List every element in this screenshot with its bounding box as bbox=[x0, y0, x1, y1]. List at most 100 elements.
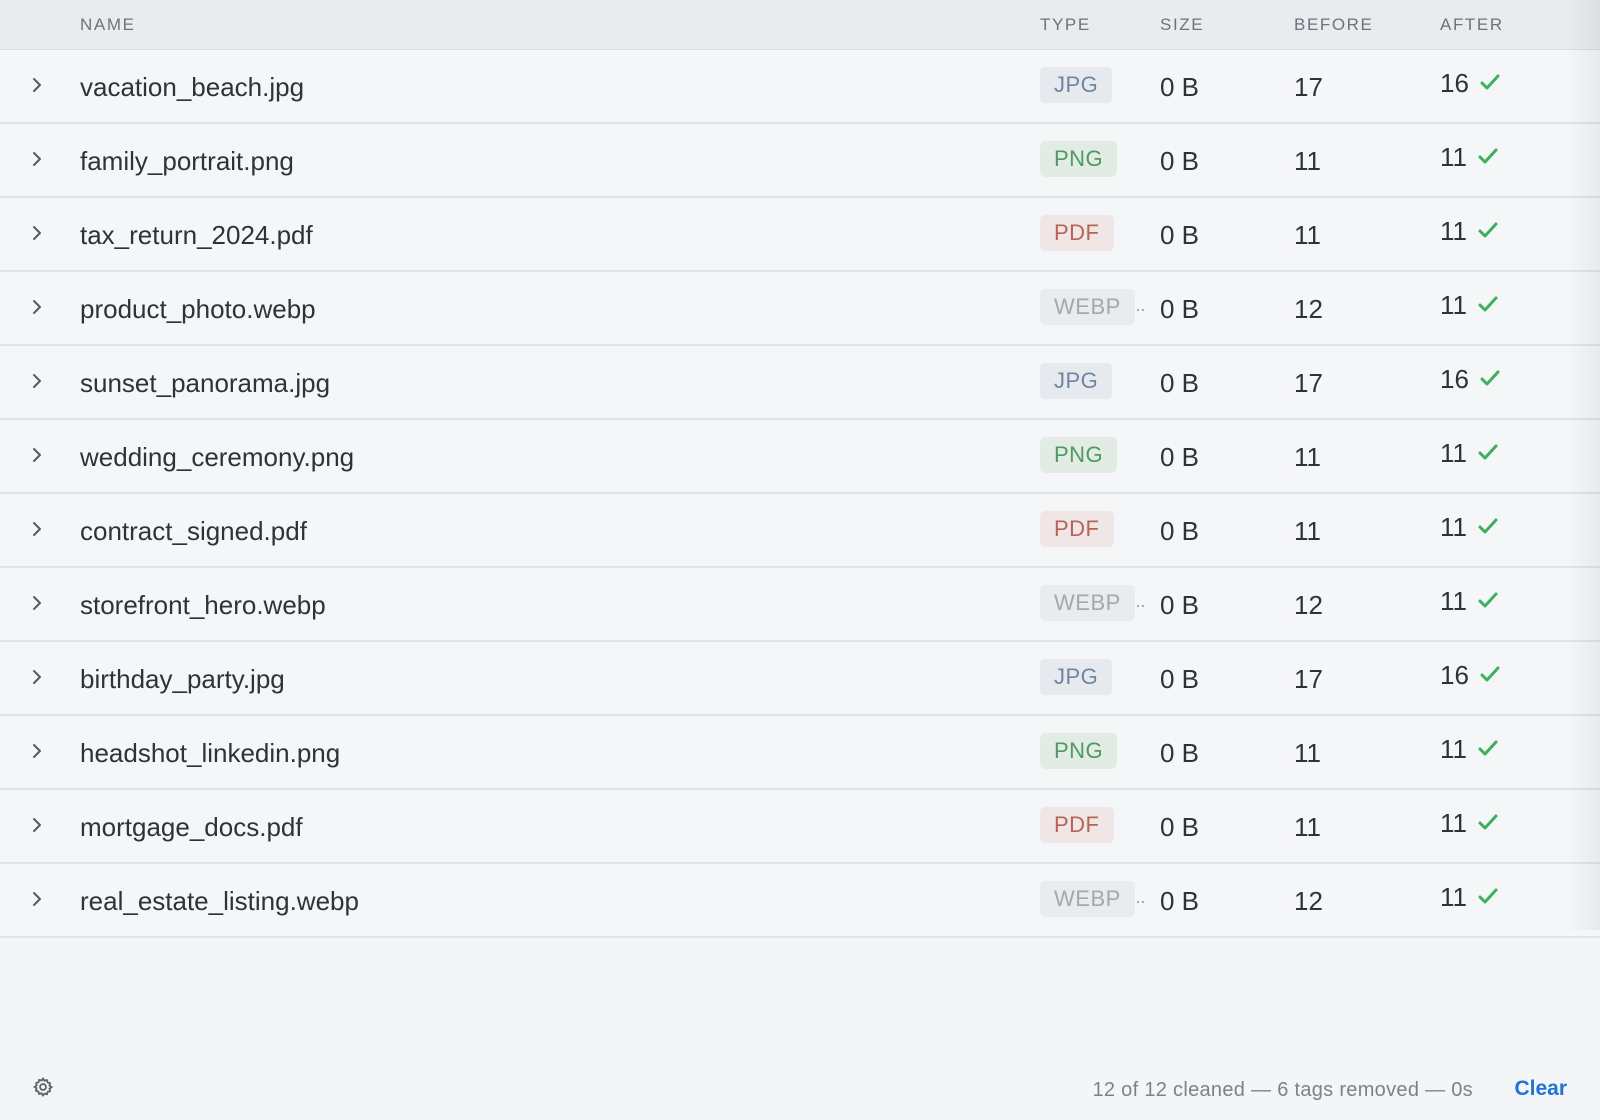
file-type-badge: PNG bbox=[1040, 437, 1118, 473]
tags-after-count: 11 bbox=[1440, 290, 1467, 320]
file-name: contract_signed.pdf bbox=[80, 516, 307, 546]
check-icon bbox=[1477, 442, 1499, 462]
table-row[interactable]: wedding_ceremony.png PNG 0 B 11 11 bbox=[0, 420, 1600, 494]
tags-before-count: 17 bbox=[1294, 664, 1323, 694]
file-size: 0 B bbox=[1160, 590, 1200, 620]
file-type-badge: JPG bbox=[1040, 363, 1113, 399]
chevron-right-icon[interactable] bbox=[29, 669, 45, 685]
chevron-right-icon[interactable] bbox=[29, 77, 45, 93]
chevron-right-icon[interactable] bbox=[29, 595, 45, 611]
column-header-type[interactable]: TYPE bbox=[1040, 15, 1091, 35]
tags-before-count: 11 bbox=[1294, 812, 1321, 842]
clear-button[interactable]: Clear bbox=[1514, 1077, 1567, 1101]
tags-after-count: 16 bbox=[1440, 660, 1469, 690]
file-type-badge: PDF bbox=[1040, 511, 1114, 547]
file-name: wedding_ceremony.png bbox=[80, 442, 355, 472]
check-icon bbox=[1477, 738, 1499, 758]
file-type-badge: JPG bbox=[1040, 659, 1113, 695]
check-icon bbox=[1477, 590, 1499, 610]
table-row[interactable]: birthday_party.jpg JPG 0 B 17 16 bbox=[0, 642, 1600, 716]
file-size: 0 B bbox=[1160, 516, 1200, 546]
file-type-badge: PNG bbox=[1040, 141, 1118, 177]
file-size: 0 B bbox=[1160, 146, 1200, 176]
tags-after-count: 11 bbox=[1440, 216, 1467, 246]
file-type-badge: PDF bbox=[1040, 215, 1114, 251]
table-row[interactable]: contract_signed.pdf PDF 0 B 11 11 bbox=[0, 494, 1600, 568]
column-header-name[interactable]: NAME bbox=[80, 15, 136, 35]
file-name: real_estate_listing.webp bbox=[80, 886, 359, 916]
tags-after-count: 16 bbox=[1440, 364, 1469, 394]
table-row[interactable]: real_estate_listing.webp WEBP ·· 0 B 12 … bbox=[0, 864, 1600, 938]
check-icon bbox=[1479, 72, 1501, 92]
file-size: 0 B bbox=[1160, 886, 1200, 916]
column-header-before[interactable]: BEFORE bbox=[1294, 15, 1374, 35]
table-row[interactable]: mortgage_docs.pdf PDF 0 B 11 11 bbox=[0, 790, 1600, 864]
chevron-right-icon[interactable] bbox=[29, 151, 45, 167]
tags-before-count: 12 bbox=[1294, 294, 1323, 324]
file-type-badge: PDF bbox=[1040, 807, 1114, 843]
file-type-badge: WEBP bbox=[1040, 585, 1135, 621]
tags-before-count: 11 bbox=[1294, 442, 1321, 472]
file-list: vacation_beach.jpg JPG 0 B 17 16 family_… bbox=[0, 50, 1600, 938]
column-header-after[interactable]: AFTER bbox=[1440, 15, 1504, 35]
tags-before-count: 11 bbox=[1294, 220, 1321, 250]
status-text: 12 of 12 cleaned — 6 tags removed — 0s bbox=[1092, 1079, 1473, 1101]
file-size: 0 B bbox=[1160, 664, 1200, 694]
tags-before-count: 12 bbox=[1294, 590, 1323, 620]
chevron-right-icon[interactable] bbox=[29, 891, 45, 907]
tags-after-count: 11 bbox=[1440, 142, 1467, 172]
table-row[interactable]: family_portrait.png PNG 0 B 11 11 bbox=[0, 124, 1600, 198]
file-type-badge: JPG bbox=[1040, 67, 1113, 103]
tags-before-count: 11 bbox=[1294, 516, 1321, 546]
file-name: sunset_panorama.jpg bbox=[80, 368, 331, 398]
chevron-right-icon[interactable] bbox=[29, 521, 45, 537]
check-icon bbox=[1477, 886, 1499, 906]
truncation-indicator: ·· bbox=[1135, 595, 1146, 615]
tags-after-count: 11 bbox=[1440, 438, 1467, 468]
gear-icon[interactable] bbox=[32, 1076, 54, 1098]
file-name: product_photo.webp bbox=[80, 294, 316, 324]
check-icon bbox=[1477, 146, 1499, 166]
file-size: 0 B bbox=[1160, 812, 1200, 842]
tags-after-count: 16 bbox=[1440, 68, 1469, 98]
chevron-right-icon[interactable] bbox=[29, 373, 45, 389]
file-name: storefront_hero.webp bbox=[80, 590, 326, 620]
file-name: mortgage_docs.pdf bbox=[80, 812, 303, 842]
chevron-right-icon[interactable] bbox=[29, 447, 45, 463]
tags-after-count: 11 bbox=[1440, 882, 1467, 912]
tags-before-count: 12 bbox=[1294, 886, 1323, 916]
status-bar: 12 of 12 cleaned — 6 tags removed — 0s C… bbox=[0, 1050, 1600, 1120]
check-icon bbox=[1479, 368, 1501, 388]
column-header-size[interactable]: SIZE bbox=[1160, 15, 1204, 35]
check-icon bbox=[1477, 294, 1499, 314]
file-type-badge: WEBP bbox=[1040, 881, 1135, 917]
metadata-cleaner-window: NAME TYPE SIZE BEFORE AFTER vacation_bea… bbox=[0, 0, 1600, 1120]
table-header: NAME TYPE SIZE BEFORE AFTER bbox=[0, 0, 1600, 50]
chevron-right-icon[interactable] bbox=[29, 299, 45, 315]
file-type-badge: WEBP bbox=[1040, 289, 1135, 325]
file-size: 0 B bbox=[1160, 294, 1200, 324]
file-size: 0 B bbox=[1160, 738, 1200, 768]
check-icon bbox=[1477, 812, 1499, 832]
chevron-right-icon[interactable] bbox=[29, 817, 45, 833]
tags-after-count: 11 bbox=[1440, 734, 1467, 764]
table-row[interactable]: headshot_linkedin.png PNG 0 B 11 11 bbox=[0, 716, 1600, 790]
table-row[interactable]: product_photo.webp WEBP ·· 0 B 12 11 bbox=[0, 272, 1600, 346]
file-name: headshot_linkedin.png bbox=[80, 738, 341, 768]
check-icon bbox=[1477, 516, 1499, 536]
table-row[interactable]: sunset_panorama.jpg JPG 0 B 17 16 bbox=[0, 346, 1600, 420]
file-type-badge: PNG bbox=[1040, 733, 1118, 769]
tags-before-count: 17 bbox=[1294, 72, 1323, 102]
table-row[interactable]: vacation_beach.jpg JPG 0 B 17 16 bbox=[0, 50, 1600, 124]
file-name: vacation_beach.jpg bbox=[80, 72, 305, 102]
file-size: 0 B bbox=[1160, 368, 1200, 398]
table-row[interactable]: storefront_hero.webp WEBP ·· 0 B 12 11 bbox=[0, 568, 1600, 642]
file-name: tax_return_2024.pdf bbox=[80, 220, 313, 250]
chevron-right-icon[interactable] bbox=[29, 743, 45, 759]
tags-after-count: 11 bbox=[1440, 808, 1467, 838]
tags-after-count: 11 bbox=[1440, 512, 1467, 542]
table-row[interactable]: tax_return_2024.pdf PDF 0 B 11 11 bbox=[0, 198, 1600, 272]
file-name: birthday_party.jpg bbox=[80, 664, 285, 694]
file-size: 0 B bbox=[1160, 72, 1200, 102]
chevron-right-icon[interactable] bbox=[29, 225, 45, 241]
